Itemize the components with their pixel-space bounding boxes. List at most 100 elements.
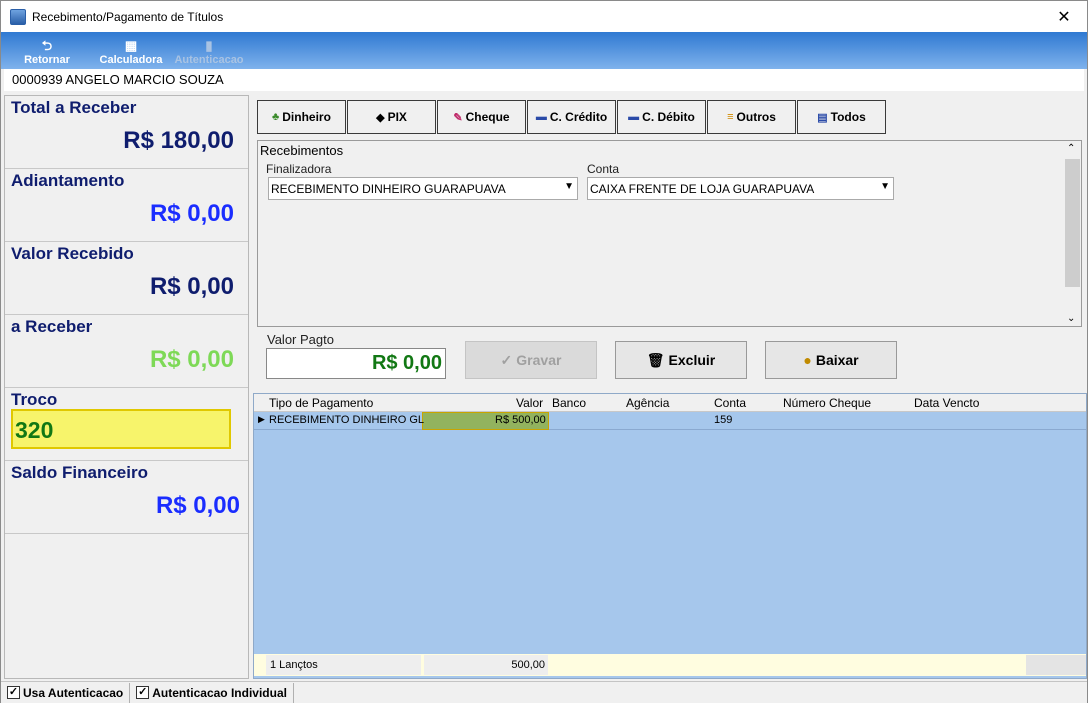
recebimentos-heading: Recebimentos [260, 143, 344, 158]
recebimentos-panel: Recebimentos Finalizadora RECEBIMENTO DI… [257, 140, 1082, 327]
tab-todos-label: Todos [830, 110, 866, 124]
autenticacao-button[interactable]: ▮ Autenticacao [169, 32, 249, 69]
payment-type-tabs: ♣ Dinheiro ◆ PIX ✎ Cheque ▬ C. Crédito ▬ C. D… [257, 100, 887, 136]
trash-icon: 🗑 [646, 351, 665, 368]
saldo-financeiro-box: Saldo Financeiro R$ 0,00 [5, 461, 248, 534]
tab-dinheiro-label: Dinheiro [282, 110, 331, 124]
document-icon: ▮ [205, 38, 213, 53]
usa-autenticacao-checkbox[interactable]: ✓ Usa Autenticacao [1, 682, 131, 703]
tab-pix[interactable]: ◆ PIX [347, 100, 436, 134]
valor-pagto-label: Valor Pagto [267, 332, 334, 347]
troco-box: Troco 320 [5, 388, 248, 461]
tab-cheque-label: Cheque [465, 110, 510, 124]
autenticacao-label: Autenticacao [174, 54, 244, 66]
tab-cheque[interactable]: ✎ Cheque [437, 100, 526, 134]
tab-outros[interactable]: ≡ Outros [707, 100, 796, 134]
total-a-receber-box: Total a Receber R$ 180,00 [5, 96, 248, 169]
excluir-button[interactable]: 🗑 Excluir [615, 341, 747, 379]
chevron-down-icon: ▼ [564, 181, 574, 192]
header-numero-cheque: Número Cheque [783, 396, 872, 410]
cell-conta: 159 [714, 414, 733, 426]
header-conta: Conta [714, 396, 747, 410]
tab-credito[interactable]: ▬ C. Crédito [527, 100, 616, 134]
coins-icon: ● [803, 352, 812, 368]
scroll-thumb[interactable] [1065, 159, 1080, 287]
tab-credito-label: C. Crédito [549, 110, 608, 124]
adiantamento-label: Adiantamento [11, 171, 125, 190]
retornar-button[interactable]: ⮌ Retornar [1, 32, 93, 69]
troco-input[interactable]: 320 [11, 409, 231, 449]
total-a-receber-label: Total a Receber [11, 98, 137, 117]
pix-icon: ◆ [376, 111, 385, 124]
recebimentos-scrollbar[interactable]: ⌃ ⌄ [1064, 141, 1081, 326]
total-a-receber-value: R$ 180,00 [123, 127, 234, 154]
valor-recebido-label: Valor Recebido [11, 244, 134, 263]
header-banco: Banco [552, 396, 587, 410]
saldo-financeiro-label: Saldo Financeiro [11, 463, 148, 482]
debit-card-icon: ▬ [628, 111, 640, 123]
payment-area: ♣ Dinheiro ◆ PIX ✎ Cheque ▬ C. Crédito ▬ C. D… [253, 95, 1087, 679]
scroll-down-icon[interactable]: ⌄ [1067, 313, 1075, 324]
finalizadora-value: RECEBIMENTO DINHEIRO GUARAPUAVA [271, 182, 506, 196]
finalizadora-select[interactable]: RECEBIMENTO DINHEIRO GUARAPUAVA ▼ [268, 177, 578, 200]
check-icon: ✓ [500, 351, 513, 368]
adiantamento-value: R$ 0,00 [149, 200, 234, 227]
scroll-up-icon[interactable]: ⌃ [1067, 143, 1075, 154]
grid-footer: 1 Lançtos 500,00 [254, 654, 1086, 676]
valor-pagto-input[interactable]: R$ 0,00 [266, 348, 446, 379]
conta-value: CAIXA FRENTE DE LOJA GUARAPUAVA [590, 182, 815, 196]
summary-panel: Total a Receber R$ 180,00 Adiantamento R… [4, 95, 249, 679]
chevron-down-icon: ▼ [880, 181, 890, 192]
excluir-label: Excluir [668, 352, 716, 368]
money-icon: ♣ [272, 111, 280, 123]
credit-card-icon: ▬ [535, 111, 547, 123]
gravar-label: Gravar [516, 352, 562, 368]
footer-total: 500,00 [424, 655, 548, 675]
app-icon [10, 8, 26, 25]
conta-select[interactable]: CAIXA FRENTE DE LOJA GUARAPUAVA ▼ [587, 177, 894, 200]
cheque-icon: ✎ [453, 111, 463, 124]
adiantamento-box: Adiantamento R$ 0,00 [5, 169, 248, 242]
baixar-button[interactable]: ● Baixar [765, 341, 897, 379]
header-agencia: Agência [626, 396, 670, 410]
a-receber-value: R$ 0,00 [149, 346, 234, 373]
others-icon: ≡ [727, 111, 734, 123]
autenticacao-individual-checkbox[interactable]: ✓ Autenticacao Individual [130, 682, 294, 703]
header-data-vencto: Data Vencto [914, 396, 980, 410]
tab-todos[interactable]: ▤ Todos [797, 100, 886, 134]
troco-label: Troco [11, 390, 58, 409]
grid-header: Tipo de Pagamento Valor Banco Agência Co… [254, 394, 1086, 412]
autenticacao-individual-label: Autenticacao Individual [152, 685, 287, 700]
footer-blank [1026, 655, 1086, 675]
cell-valor: R$ 500,00 [495, 414, 546, 426]
saldo-financeiro-value: R$ 0,00 [155, 492, 240, 519]
tab-dinheiro[interactable]: ♣ Dinheiro [257, 100, 346, 134]
tab-pix-label: PIX [387, 110, 407, 124]
return-arrow-icon: ⮌ [41, 38, 53, 53]
header-valor: Valor [516, 396, 544, 410]
calculadora-button[interactable]: ▦ Calculadora [93, 32, 169, 69]
gravar-button[interactable]: ✓ Gravar [465, 341, 597, 379]
tab-outros-label: Outros [736, 110, 776, 124]
tab-debito[interactable]: ▬ C. Débito [617, 100, 706, 134]
conta-label: Conta [587, 162, 620, 176]
window-title: Recebimento/Pagamento de Títulos [32, 9, 224, 24]
checkbox-checked-icon: ✓ [7, 686, 20, 699]
retornar-label: Retornar [24, 54, 70, 66]
all-icon: ▤ [817, 111, 828, 124]
tab-debito-label: C. Débito [642, 110, 695, 124]
checkbox-checked-icon: ✓ [136, 686, 150, 699]
close-icon[interactable]: ✕ [1041, 1, 1087, 32]
footer-count: 1 Lançtos [266, 655, 421, 675]
payments-grid: Tipo de Pagamento Valor Banco Agência Co… [253, 393, 1087, 679]
header-tipo: Tipo de Pagamento [269, 396, 374, 410]
main-window: Recebimento/Pagamento de Títulos ✕ ⮌ Ret… [0, 0, 1088, 703]
valor-recebido-value: R$ 0,00 [149, 273, 234, 300]
calculator-icon: ▦ [124, 38, 138, 53]
a-receber-box: a Receber R$ 0,00 [5, 315, 248, 388]
title-bar: Recebimento/Pagamento de Títulos ✕ [1, 1, 1087, 32]
usa-autenticacao-label: Usa Autenticacao [23, 685, 124, 700]
table-row[interactable]: ▶ RECEBIMENTO DINHEIRO GL R$ 500,00 159 [254, 412, 1086, 430]
cell-tipo: RECEBIMENTO DINHEIRO GL [269, 414, 425, 426]
toolbar: ⮌ Retornar ▦ Calculadora ▮ Autenticacao [1, 32, 1087, 69]
